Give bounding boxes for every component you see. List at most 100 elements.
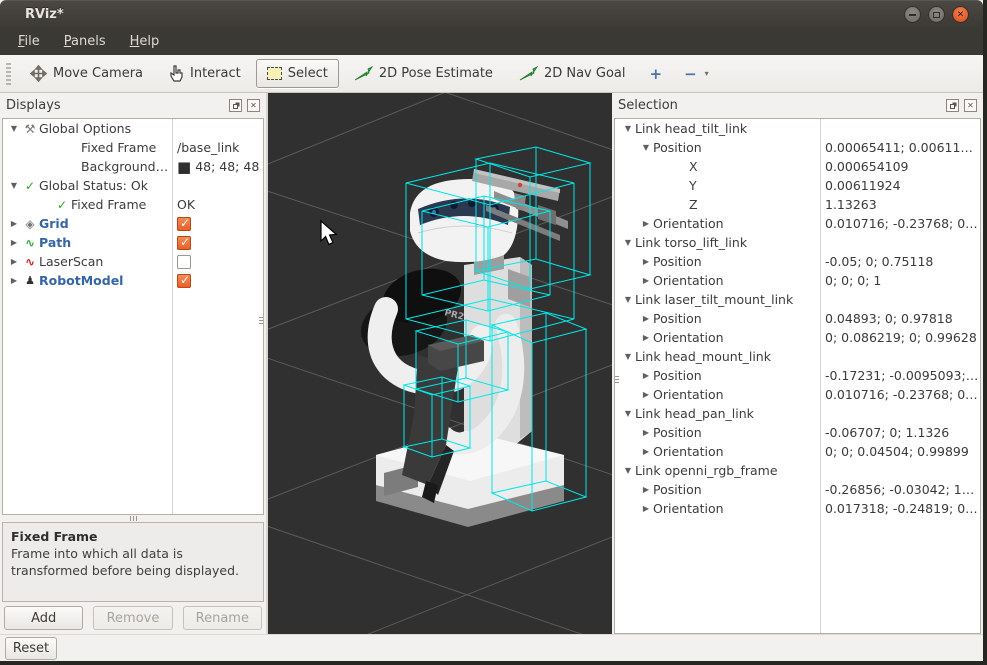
expand-arrow[interactable]: ▼ xyxy=(7,124,21,133)
reset-button[interactable]: Reset xyxy=(5,637,57,660)
close-button[interactable]: ✕ xyxy=(952,6,969,23)
selection-row[interactable]: ▶ Orientation 0.010716; -0.23768; 0… xyxy=(615,214,980,233)
selection-row[interactable]: ▶ Orientation 0.010716; -0.23768; 0… xyxy=(615,385,980,404)
expand-arrow[interactable]: ▶ xyxy=(639,447,653,456)
selection-row[interactable]: ▼ Link head_tilt_link xyxy=(615,119,980,138)
display-row[interactable]: ▶ ♟ RobotModel xyxy=(3,271,263,290)
panel-float-icon[interactable] xyxy=(229,99,242,112)
expand-arrow[interactable]: ▶ xyxy=(7,238,21,247)
expand-arrow[interactable]: ▶ xyxy=(639,276,653,285)
minimize-button[interactable] xyxy=(904,6,921,23)
property-value[interactable]: OK xyxy=(177,197,195,212)
selection-row[interactable]: ▶ Position -0.06707; 0; 1.1326 xyxy=(615,423,980,442)
displays-tree: ▼ ⚒ Global Options xyxy=(2,118,264,515)
display-row[interactable]: Background Color ■ 48; 48; 48 xyxy=(3,157,263,176)
expand-arrow[interactable]: ▶ xyxy=(7,276,21,285)
link-property-name: Orientation xyxy=(653,387,724,402)
selection-row[interactable]: ▶ Position -0.05; 0; 0.75118 xyxy=(615,252,980,271)
panel-splitter[interactable] xyxy=(614,376,619,383)
remove-button[interactable]: Remove xyxy=(93,606,172,630)
expand-arrow[interactable]: ▼ xyxy=(621,124,635,133)
enabled-checkbox[interactable] xyxy=(177,274,191,288)
enabled-checkbox[interactable] xyxy=(177,217,191,231)
selection-row[interactable]: X 0.000654109 xyxy=(615,157,980,176)
enabled-checkbox[interactable] xyxy=(177,255,191,269)
selection-row[interactable]: ▶ Orientation 0.017318; -0.24819; 0… xyxy=(615,499,980,518)
display-row[interactable]: ▼ ⚒ Global Options xyxy=(3,119,263,138)
expand-arrow[interactable]: ▶ xyxy=(639,314,653,323)
select-tool[interactable]: Select xyxy=(256,59,339,88)
expand-arrow[interactable]: ▼ xyxy=(639,143,653,152)
expand-arrow[interactable]: ▼ xyxy=(7,181,21,190)
enabled-checkbox[interactable] xyxy=(177,236,191,250)
expand-arrow[interactable]: ▼ xyxy=(621,238,635,247)
display-row[interactable]: ▶ ◈ Grid xyxy=(3,214,263,233)
horizontal-splitter[interactable] xyxy=(0,515,266,522)
display-type-icon: ✓ xyxy=(53,198,71,212)
remove-tool-button[interactable]: − ▾ xyxy=(675,58,718,90)
expand-arrow[interactable]: ▼ xyxy=(621,409,635,418)
selection-row[interactable]: ▶ Position 0.04893; 0; 0.97818 xyxy=(615,309,980,328)
selection-row[interactable]: ▼ Link laser_tilt_mount_link xyxy=(615,290,980,309)
selection-row[interactable]: ▼ Link head_mount_link xyxy=(615,347,980,366)
add-button[interactable]: Add xyxy=(4,606,83,630)
display-row[interactable]: ▶ ∿ LaserScan xyxy=(3,252,263,271)
panel-close-icon[interactable]: ✕ xyxy=(247,99,260,112)
link-property-value: 0.000654109 xyxy=(825,159,909,174)
display-type-icon: ∿ xyxy=(21,255,39,269)
expand-arrow[interactable]: ▼ xyxy=(621,352,635,361)
link-property-name: Orientation xyxy=(653,444,724,459)
expand-arrow[interactable]: ▶ xyxy=(639,219,653,228)
property-value[interactable]: /base_link xyxy=(177,140,239,155)
panel-splitter[interactable] xyxy=(259,317,264,324)
expand-arrow[interactable]: ▼ xyxy=(621,295,635,304)
selection-row[interactable]: ▶ Orientation 0; 0.086219; 0; 0.99628 xyxy=(615,328,980,347)
expand-arrow[interactable]: ▶ xyxy=(639,371,653,380)
panel-close-icon[interactable]: ✕ xyxy=(964,99,977,112)
rename-button[interactable]: Rename xyxy=(183,606,262,630)
selection-row[interactable]: ▶ Position -0.17231; -0.0095093;… xyxy=(615,366,980,385)
pose-estimate-tool[interactable]: 2D Pose Estimate xyxy=(343,59,504,88)
property-value[interactable]: 48; 48; 48 xyxy=(195,159,259,174)
3d-viewport[interactable]: PR2 xyxy=(268,93,612,634)
panel-float-icon[interactable] xyxy=(946,99,959,112)
close-icon: ✕ xyxy=(957,10,965,20)
display-row[interactable]: ✓ Fixed Frame OK xyxy=(3,195,263,214)
toolbar-handle[interactable] xyxy=(6,63,11,85)
expand-arrow[interactable]: ▶ xyxy=(639,257,653,266)
expand-arrow[interactable]: ▶ xyxy=(639,390,653,399)
selection-row[interactable]: Z 1.13263 xyxy=(615,195,980,214)
add-tool-button[interactable]: + xyxy=(640,58,671,90)
interact-tool[interactable]: Interact xyxy=(158,58,252,89)
title-bar[interactable]: RViz* ✕ xyxy=(0,0,983,28)
expand-arrow[interactable]: ▶ xyxy=(7,257,21,266)
nav-goal-tool[interactable]: 2D Nav Goal xyxy=(508,59,637,88)
selection-row[interactable]: ▶ Position -0.26856; -0.03042; 1… xyxy=(615,480,980,499)
maximize-button[interactable] xyxy=(928,6,945,23)
menu-panels[interactable]: Panels xyxy=(54,31,116,52)
expand-arrow[interactable]: ▶ xyxy=(639,428,653,437)
selection-row[interactable]: Y 0.00611924 xyxy=(615,176,980,195)
link-property-name: Link torso_lift_link xyxy=(635,235,747,250)
selection-row[interactable]: ▼ Link head_pan_link xyxy=(615,404,980,423)
selection-row[interactable]: ▶ Orientation 0; 0; 0.04504; 0.99899 xyxy=(615,442,980,461)
expand-arrow[interactable]: ▼ xyxy=(621,466,635,475)
selection-row[interactable]: ▼ Link openni_rgb_frame xyxy=(615,461,980,480)
expand-arrow[interactable]: ▶ xyxy=(639,333,653,342)
selection-row[interactable]: ▼ Link torso_lift_link xyxy=(615,233,980,252)
move-camera-tool[interactable]: Move Camera xyxy=(19,58,154,89)
menu-file[interactable]: File xyxy=(8,31,50,52)
expand-arrow[interactable]: ▶ xyxy=(639,485,653,494)
interact-hand-icon xyxy=(169,65,184,82)
minimize-icon xyxy=(909,14,916,16)
column-separator[interactable] xyxy=(820,119,821,633)
display-row[interactable]: ▶ ∿ Path xyxy=(3,233,263,252)
selection-row[interactable]: ▼ Position 0.00065411; 0.00611… xyxy=(615,138,980,157)
selection-row[interactable]: ▶ Orientation 0; 0; 0; 1 xyxy=(615,271,980,290)
expand-arrow[interactable]: ▶ xyxy=(639,504,653,513)
display-row[interactable]: Fixed Frame /base_link xyxy=(3,138,263,157)
menu-help[interactable]: Help xyxy=(120,31,170,52)
column-separator[interactable] xyxy=(172,119,173,514)
expand-arrow[interactable]: ▶ xyxy=(7,219,21,228)
display-row[interactable]: ▼ ✓ Global Status: Ok xyxy=(3,176,263,195)
